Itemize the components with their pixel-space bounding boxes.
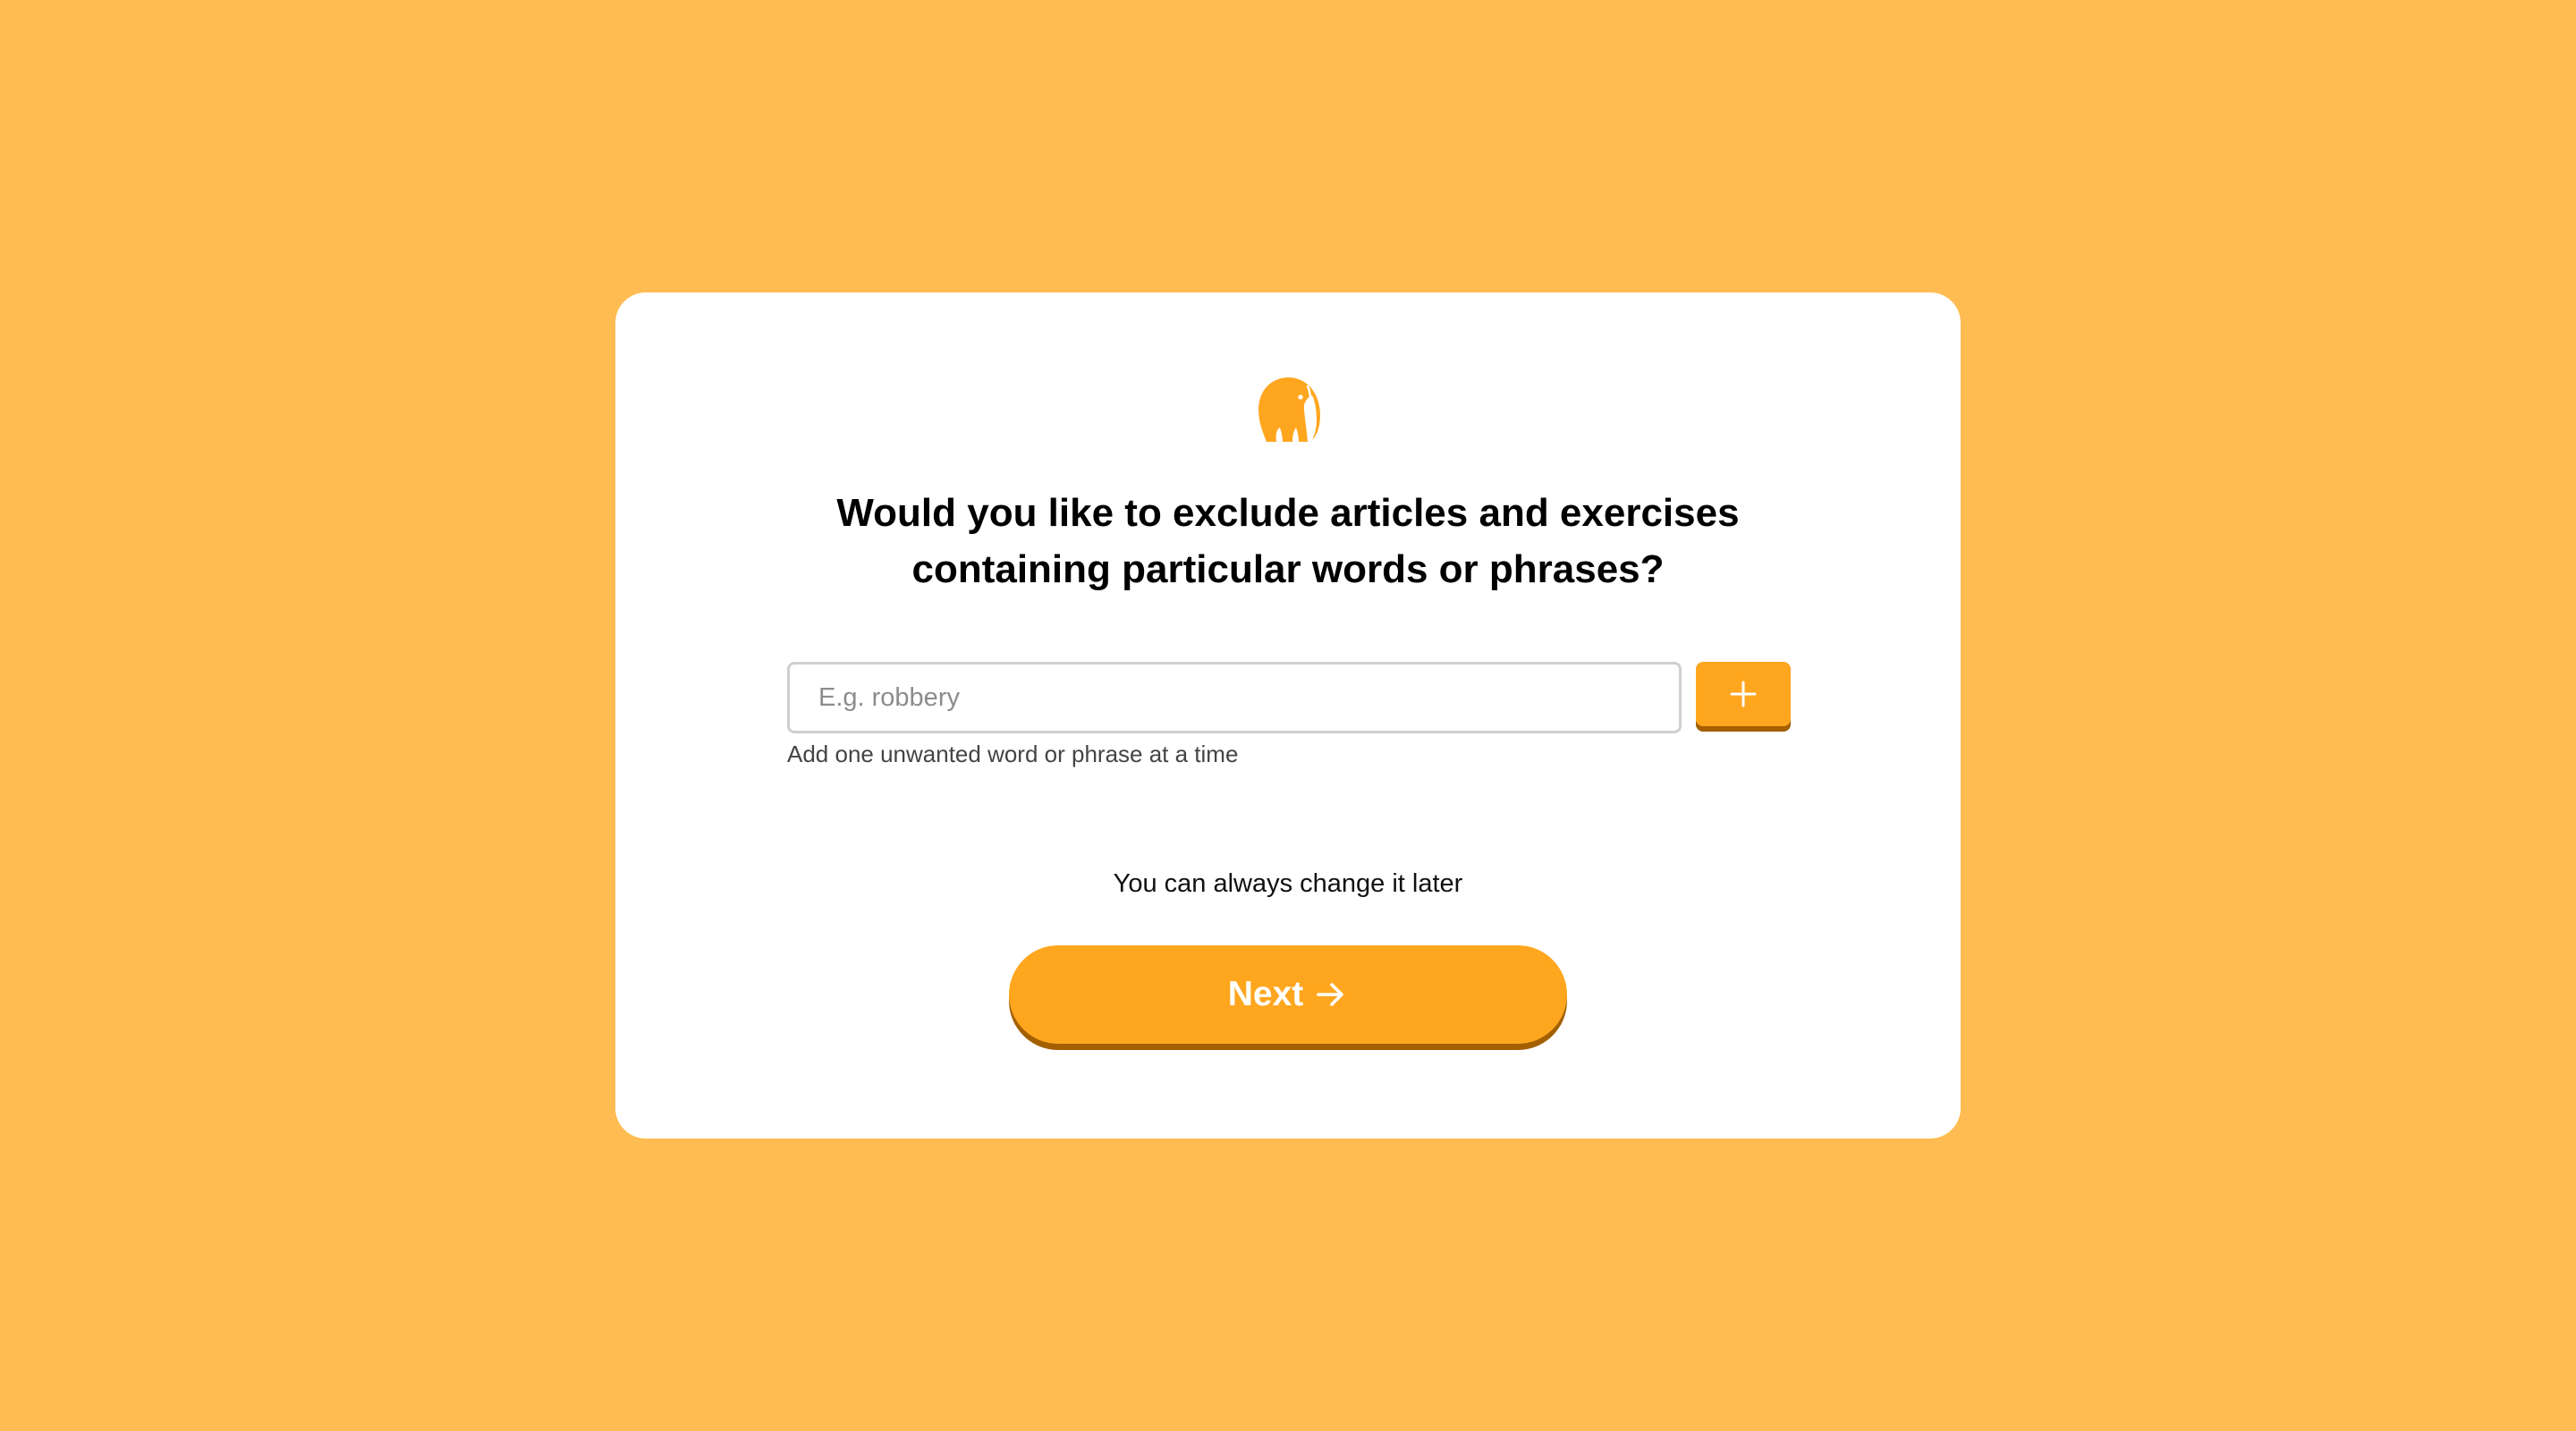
elephant-icon [1256, 376, 1322, 444]
next-button-label: Next [1227, 975, 1304, 1013]
question-line-2: containing particular words or phrases? [911, 547, 1665, 591]
onboarding-card: Would you like to exclude articles and e… [615, 292, 1961, 1139]
arrow-right-icon [1317, 983, 1344, 1006]
question-heading: Would you like to exclude articles and e… [615, 485, 1961, 597]
unwanted-word-input[interactable] [787, 662, 1682, 733]
add-word-button[interactable] [1696, 662, 1791, 726]
plus-icon [1730, 681, 1757, 707]
question-line-1: Would you like to exclude articles and e… [836, 491, 1740, 535]
word-input-row [787, 662, 1791, 733]
next-button[interactable]: Next [1009, 945, 1567, 1044]
change-later-note: You can always change it later [1113, 869, 1463, 898]
input-hint: Add one unwanted word or phrase at a tim… [787, 741, 1239, 767]
